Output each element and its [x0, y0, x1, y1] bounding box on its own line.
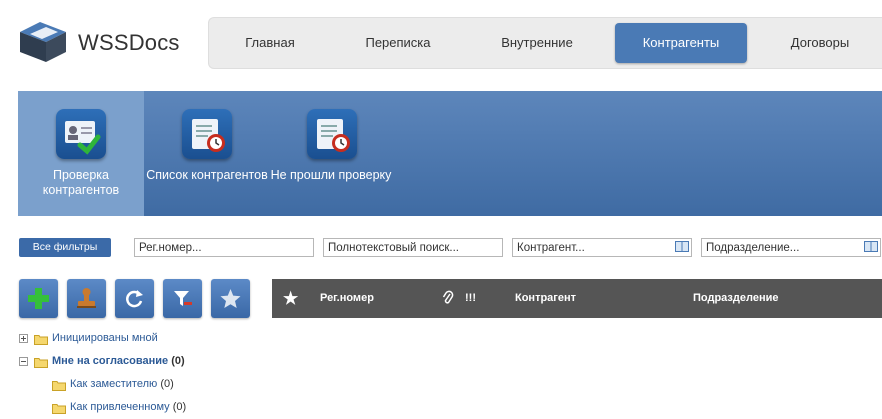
app-logo-icon: [16, 20, 70, 64]
column-counterparty[interactable]: Контрагент: [515, 292, 576, 304]
tree-item-count: (0): [160, 378, 174, 390]
tree-item-label: Как заместителю: [70, 378, 158, 390]
add-button[interactable]: [19, 279, 58, 318]
ribbon-check-label-line2: контрагентов: [42, 183, 120, 197]
fulltext-search-input[interactable]: [323, 238, 503, 257]
ribbon-failed-label: Не прошли проверку: [270, 168, 392, 182]
list-clock-icon: [307, 109, 357, 159]
tree-item-as-deputy[interactable]: Как заместителю (0): [70, 376, 174, 392]
column-importance[interactable]: !!!: [465, 292, 476, 304]
tree-item-count: (0): [171, 355, 185, 367]
department-filter-input[interactable]: [701, 238, 881, 257]
ribbon-failed-check-button[interactable]: Не прошли проверку: [270, 91, 392, 216]
approve-button[interactable]: [67, 279, 106, 318]
folder-icon: [52, 401, 66, 414]
grid-header: ★ Рег.номер !!! Контрагент Подразделение: [272, 279, 882, 318]
nav-item-correspondence[interactable]: Переписка: [353, 30, 443, 56]
nav-item-home[interactable]: Главная: [229, 30, 311, 56]
refresh-button[interactable]: [115, 279, 154, 318]
reg-number-filter-input[interactable]: [134, 238, 314, 257]
id-card-check-icon: [56, 109, 106, 159]
ribbon-check-counterparties-button[interactable]: Проверка контрагентов: [18, 91, 144, 216]
collapse-toggle[interactable]: [19, 357, 28, 366]
tree-item-label: Мне на согласование: [52, 355, 169, 367]
tree-item-as-involved[interactable]: Как привлеченному (0): [70, 399, 186, 415]
folder-icon: [52, 378, 66, 391]
nav-item-contracts[interactable]: Договоры: [775, 30, 865, 56]
nav-item-internal[interactable]: Внутренние: [489, 30, 585, 56]
add-icon: [28, 288, 49, 309]
tree-item-count: (0): [172, 401, 187, 413]
ribbon-toolbar: Проверка контрагентов Список контрагенто…: [18, 91, 882, 216]
top-navigation: Главная Переписка Внутренние Контрагенты…: [208, 17, 882, 69]
folder-icon: [34, 332, 48, 345]
expand-toggle[interactable]: [19, 334, 28, 343]
filter-clear-icon: [174, 291, 192, 306]
nav-item-counterparties[interactable]: Контрагенты: [615, 23, 747, 63]
all-filters-button[interactable]: Все фильтры: [19, 238, 111, 257]
column-reg-number[interactable]: Рег.номер: [320, 292, 374, 304]
ribbon-check-label-line1: Проверка: [53, 168, 109, 182]
stamp-icon: [77, 288, 96, 308]
tree-item-label: Инициированы мной: [52, 332, 158, 344]
folder-icon: [34, 355, 48, 368]
tree-item-label: Как привлеченному: [70, 401, 170, 413]
book-icon[interactable]: [675, 240, 689, 253]
ribbon-counterparty-list-button[interactable]: Список контрагентов: [144, 91, 270, 216]
list-clock-icon: [182, 109, 232, 159]
book-icon[interactable]: [864, 240, 878, 253]
clear-filter-button[interactable]: [163, 279, 202, 318]
star-icon: [220, 289, 241, 308]
column-department[interactable]: Подразделение: [693, 292, 779, 304]
refresh-icon: [126, 290, 143, 308]
ribbon-list-label: Список контрагентов: [146, 168, 268, 182]
column-favorite-star-icon[interactable]: ★: [283, 289, 298, 309]
app-logo-text: WSSDocs: [78, 30, 180, 55]
tree-item-for-approval[interactable]: Мне на согласование (0): [52, 353, 185, 369]
favorites-button[interactable]: [211, 279, 250, 318]
tree-item-initiated-by-me[interactable]: Инициированы мной: [52, 330, 158, 346]
attachment-icon[interactable]: [442, 290, 454, 309]
counterparty-filter-input[interactable]: [512, 238, 692, 257]
